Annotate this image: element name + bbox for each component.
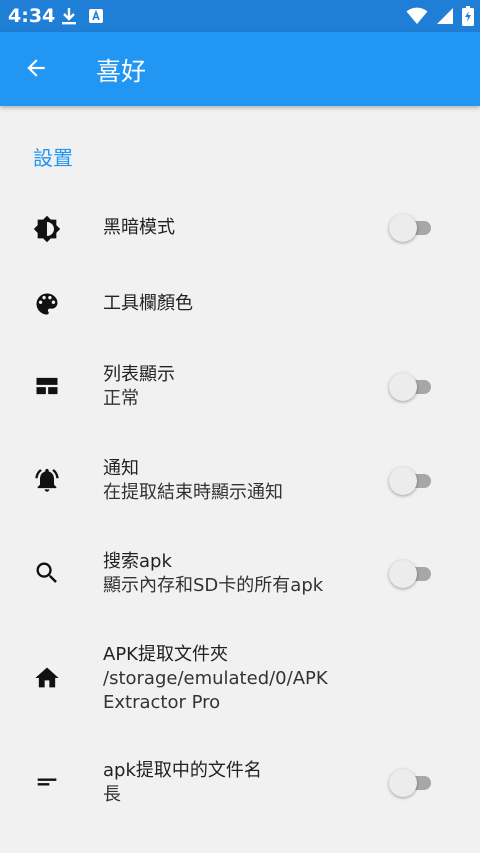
search-icon	[33, 559, 61, 587]
wifi-icon	[406, 7, 428, 29]
pref-title: 工具欄顏色	[103, 293, 193, 314]
pref-file-name[interactable]: apk提取中的文件名 長	[0, 748, 480, 820]
pref-title: 搜索apk	[103, 551, 172, 572]
download-icon	[60, 6, 78, 30]
battery-charging-icon	[462, 6, 474, 30]
app-notification-icon	[88, 8, 104, 28]
pref-dark-mode[interactable]: 黑暗模式	[0, 195, 480, 263]
signal-icon	[436, 7, 454, 29]
short-text-icon	[33, 768, 61, 796]
pref-title: 黑暗模式	[103, 217, 175, 238]
pref-search-apk[interactable]: 搜索apk 顯示內存和SD卡的所有apk	[0, 539, 480, 611]
dark-mode-toggle[interactable]	[389, 214, 433, 242]
back-button[interactable]	[20, 54, 52, 86]
pref-title: 通知	[103, 458, 139, 479]
view-list-icon	[33, 372, 61, 400]
search-apk-toggle[interactable]	[389, 560, 433, 588]
pref-title: 列表顯示	[103, 364, 175, 385]
pref-summary: 正常	[103, 388, 139, 409]
page-title: 喜好	[96, 57, 147, 86]
pref-summary: 在提取結束時顯示通知	[103, 482, 283, 503]
dark-mode-icon	[33, 215, 61, 243]
notification-toggle[interactable]	[389, 467, 433, 495]
pref-summary: 顯示內存和SD卡的所有apk	[103, 575, 324, 596]
home-icon	[33, 664, 61, 692]
status-time: 4:34	[8, 5, 56, 27]
palette-icon	[33, 290, 61, 318]
bell-icon	[33, 466, 61, 494]
app-bar: 喜好	[0, 32, 480, 106]
section-title: 設置	[33, 146, 73, 170]
pref-notification[interactable]: 通知 在提取結束時顯示通知	[0, 446, 480, 518]
pref-summary: 長	[103, 784, 121, 805]
status-bar: 4:34	[0, 0, 480, 32]
list-display-toggle[interactable]	[389, 373, 433, 401]
pref-summary: /storage/emulated/0/APK Extractor Pro	[103, 668, 328, 713]
arrow-left-icon	[23, 55, 49, 85]
pref-list-display[interactable]: 列表顯示 正常	[0, 352, 480, 424]
pref-title: apk提取中的文件名	[103, 760, 262, 781]
pref-title: APK提取文件夾	[103, 644, 228, 665]
pref-toolbar-color[interactable]: 工具欄顏色	[0, 270, 480, 338]
pref-extract-folder[interactable]: APK提取文件夾 /storage/emulated/0/APK Extract…	[0, 632, 480, 728]
file-name-toggle[interactable]	[389, 769, 433, 797]
